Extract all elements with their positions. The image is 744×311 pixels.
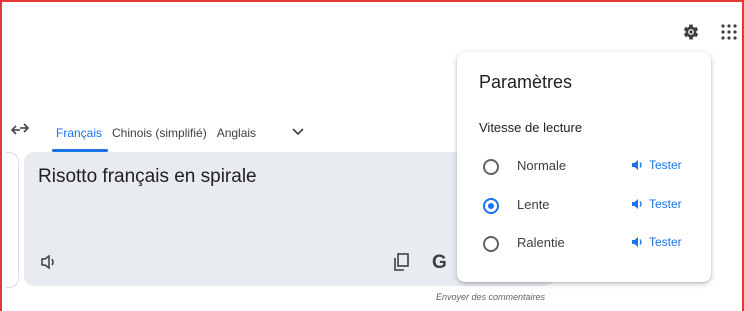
test-ralentie-button[interactable]: Tester xyxy=(631,235,682,249)
speaker-icon xyxy=(632,237,642,247)
option-label: Ralentie xyxy=(517,235,565,250)
speed-option-normale[interactable]: Normale Tester xyxy=(483,156,703,180)
source-text[interactable]: Risotto français en spirale xyxy=(38,166,257,188)
listen-button[interactable] xyxy=(40,254,58,270)
reading-speed-heading: Vitesse de lecture xyxy=(479,120,583,135)
speaker-icon xyxy=(632,199,642,209)
radio-normale[interactable] xyxy=(483,159,499,175)
test-label: Tester xyxy=(649,197,682,211)
test-label: Tester xyxy=(649,158,682,172)
speed-option-lente[interactable]: Lente Tester xyxy=(483,195,703,219)
test-lente-button[interactable]: Tester xyxy=(631,197,682,211)
tab-francais[interactable]: Français xyxy=(56,126,102,140)
source-language-tabs: Français Chinois (simplifié) Anglais xyxy=(56,126,266,140)
gear-icon xyxy=(683,24,699,40)
google-g-logo[interactable]: G xyxy=(432,252,447,274)
chevron-down-icon xyxy=(292,128,304,136)
apps-button[interactable] xyxy=(717,20,741,44)
swap-arrows-icon xyxy=(10,123,30,135)
speed-option-ralentie[interactable]: Ralentie Tester xyxy=(483,233,703,257)
radio-ralentie[interactable] xyxy=(483,236,499,252)
tab-anglais[interactable]: Anglais xyxy=(217,126,256,140)
more-languages-button[interactable] xyxy=(290,123,306,139)
swap-languages-button[interactable] xyxy=(10,122,34,142)
option-label: Normale xyxy=(517,158,567,173)
settings-title: Paramètres xyxy=(479,72,573,92)
radio-lente[interactable] xyxy=(483,198,499,214)
test-label: Tester xyxy=(649,235,682,249)
speaker-icon xyxy=(632,160,642,170)
send-feedback-link[interactable]: Envoyer des commentaires xyxy=(436,292,545,302)
settings-button[interactable] xyxy=(679,20,703,44)
option-label: Lente xyxy=(517,197,550,212)
previous-panel-edge xyxy=(6,152,19,288)
settings-panel: Paramètres Vitesse de lecture Normale Te… xyxy=(457,52,711,282)
speaker-icon xyxy=(41,254,54,270)
apps-grid-icon xyxy=(721,24,737,40)
test-normale-button[interactable]: Tester xyxy=(631,158,682,172)
tab-chinois-simplifie[interactable]: Chinois (simplifié) xyxy=(112,126,207,140)
copy-button[interactable] xyxy=(393,253,409,271)
copy-icon xyxy=(394,253,409,271)
